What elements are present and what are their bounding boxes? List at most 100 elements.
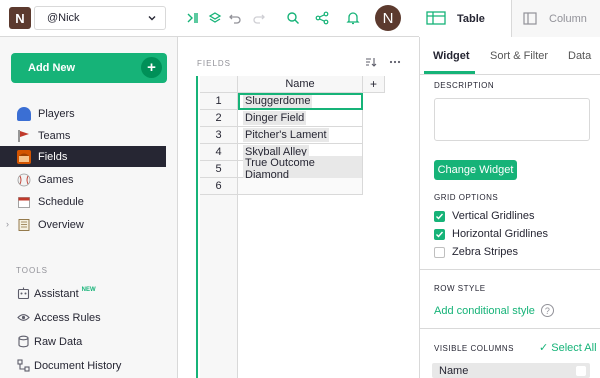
page-label: Teams <box>38 129 71 142</box>
page-label: Fields <box>38 150 68 163</box>
checkbox-unchecked-icon[interactable] <box>434 246 445 258</box>
user-avatar[interactable]: N <box>375 5 401 31</box>
row-number[interactable]: 1 <box>200 93 238 110</box>
select-all-label: Select All <box>551 342 597 354</box>
column-name: Name <box>439 364 469 377</box>
grid-options-heading: GRID OPTIONS <box>434 193 499 202</box>
plus-icon: + <box>141 57 162 78</box>
tool-label: Access Rules <box>34 311 101 324</box>
row-number[interactable]: 3 <box>200 127 238 144</box>
subtab-widget[interactable]: Widget <box>433 50 470 62</box>
checkbox-icon[interactable] <box>576 366 586 376</box>
horizontal-gridlines-option[interactable]: Horizontal Gridlines <box>434 227 548 241</box>
tool-label: Assistant <box>34 287 79 300</box>
right-panel: Widget Sort & Filter Data DESCRIPTION Ch… <box>419 37 600 378</box>
table-widget-icon <box>426 11 446 25</box>
table-cell[interactable]: Pitcher's Lament <box>238 127 363 144</box>
table-row[interactable]: 1 Sluggerdome <box>200 93 363 110</box>
page-label: Games <box>38 173 74 186</box>
table-cell[interactable] <box>238 178 363 195</box>
subtab-data[interactable]: Data <box>568 50 591 62</box>
layers-icon[interactable] <box>206 9 224 27</box>
row-number-gutter <box>200 195 238 378</box>
row-number[interactable]: 6 <box>200 178 238 195</box>
subtab-sort-filter[interactable]: Sort & Filter <box>490 50 548 62</box>
database-icon <box>17 335 30 348</box>
tab-column[interactable]: Column <box>511 0 600 37</box>
panel-toggle-icon[interactable] <box>184 9 202 27</box>
table-cell[interactable]: Dinger Field <box>238 110 363 127</box>
visible-columns-heading: VISIBLE COLUMNS <box>434 344 514 353</box>
tool-item-access-rules[interactable]: Access Rules <box>0 307 166 328</box>
search-icon[interactable] <box>284 9 302 27</box>
page-item-games[interactable]: Games <box>0 169 166 190</box>
vertical-gridlines-option[interactable]: Vertical Gridlines <box>434 209 535 223</box>
org-logo[interactable]: N <box>9 7 31 29</box>
add-conditional-style-label: Add conditional style <box>434 304 535 317</box>
row-number[interactable]: 5 <box>200 161 238 178</box>
option-label: Horizontal Gridlines <box>452 228 548 240</box>
more-options-icon[interactable] <box>389 56 401 68</box>
page-item-teams[interactable]: Teams <box>0 125 166 146</box>
tab-column-label: Column <box>549 12 587 25</box>
change-widget-button[interactable]: Change Widget <box>434 160 517 180</box>
checkbox-checked-icon[interactable] <box>434 228 445 240</box>
table-row[interactable]: 3 Pitcher's Lament <box>200 127 363 144</box>
row-number[interactable]: 4 <box>200 144 238 161</box>
history-icon <box>17 359 30 372</box>
chevron-right-icon[interactable]: › <box>6 219 9 229</box>
cell-text: Sluggerdome <box>243 94 313 108</box>
column-header-name[interactable]: Name <box>238 76 363 93</box>
tab-table-label: Table <box>457 12 485 25</box>
org-name: @Nick <box>47 12 80 24</box>
zebra-stripes-option[interactable]: Zebra Stripes <box>434 245 518 259</box>
table-row[interactable]: 5 True Outcome Diamond <box>200 156 363 182</box>
row-number-header[interactable] <box>200 76 238 93</box>
page-item-schedule[interactable]: Schedule <box>0 191 166 212</box>
tool-label: Raw Data <box>34 335 83 348</box>
main-area: FIELDS Name + 1 Sluggerdome 2 Dinger Fie… <box>179 37 419 378</box>
bell-icon[interactable] <box>344 9 362 27</box>
page-item-overview[interactable]: › Overview <box>0 214 166 235</box>
description-input[interactable] <box>434 98 590 141</box>
tool-item-raw-data[interactable]: Raw Data <box>0 331 166 352</box>
tool-item-assistant[interactable]: Assistant NEW <box>0 283 166 304</box>
add-new-button[interactable]: Add New + <box>11 53 167 83</box>
help-icon[interactable]: ? <box>540 304 554 317</box>
checkbox-checked-icon[interactable] <box>434 210 445 222</box>
undo-icon[interactable] <box>226 9 244 27</box>
share-icon[interactable] <box>313 9 331 27</box>
check-icon: ✓ <box>539 342 549 354</box>
section-divider <box>420 328 600 329</box>
notebook-icon <box>17 218 31 232</box>
sort-filter-icon[interactable] <box>365 56 377 68</box>
org-selector[interactable]: @Nick <box>34 6 166 30</box>
option-label: Vertical Gridlines <box>452 210 535 222</box>
redo-icon[interactable] <box>250 9 268 27</box>
left-panel: Add New + Players Teams Fields Games Sch… <box>0 37 178 378</box>
option-label: Zebra Stripes <box>452 246 519 258</box>
visible-column-item[interactable]: Name <box>432 363 590 378</box>
add-column-button[interactable]: + <box>363 76 385 93</box>
add-new-label: Add New <box>28 62 76 74</box>
page-label: Schedule <box>38 195 84 208</box>
section-divider <box>420 269 600 270</box>
assistant-icon <box>17 287 30 300</box>
table-row-new[interactable]: 6 <box>200 178 363 195</box>
eye-icon <box>17 311 30 324</box>
table-cell[interactable]: True Outcome Diamond <box>238 156 363 182</box>
add-conditional-style-link[interactable]: Add conditional style ? <box>434 304 554 317</box>
row-number[interactable]: 2 <box>200 110 238 127</box>
description-heading: DESCRIPTION <box>434 81 495 90</box>
table-cell[interactable]: Sluggerdome <box>238 93 363 110</box>
tool-label: Document History <box>34 359 122 372</box>
row-style-heading: ROW STYLE <box>434 284 486 293</box>
tools-heading: TOOLS <box>16 266 48 275</box>
page-item-fields[interactable]: Fields <box>0 146 166 167</box>
tool-item-document-history[interactable]: Document History <box>0 355 166 376</box>
table-row[interactable]: 2 Dinger Field <box>200 110 363 127</box>
select-all-link[interactable]: ✓ Select All <box>539 341 597 354</box>
page-item-players[interactable]: Players <box>0 103 166 124</box>
tab-table[interactable]: Table <box>419 0 511 37</box>
active-tab-indicator <box>424 71 475 74</box>
